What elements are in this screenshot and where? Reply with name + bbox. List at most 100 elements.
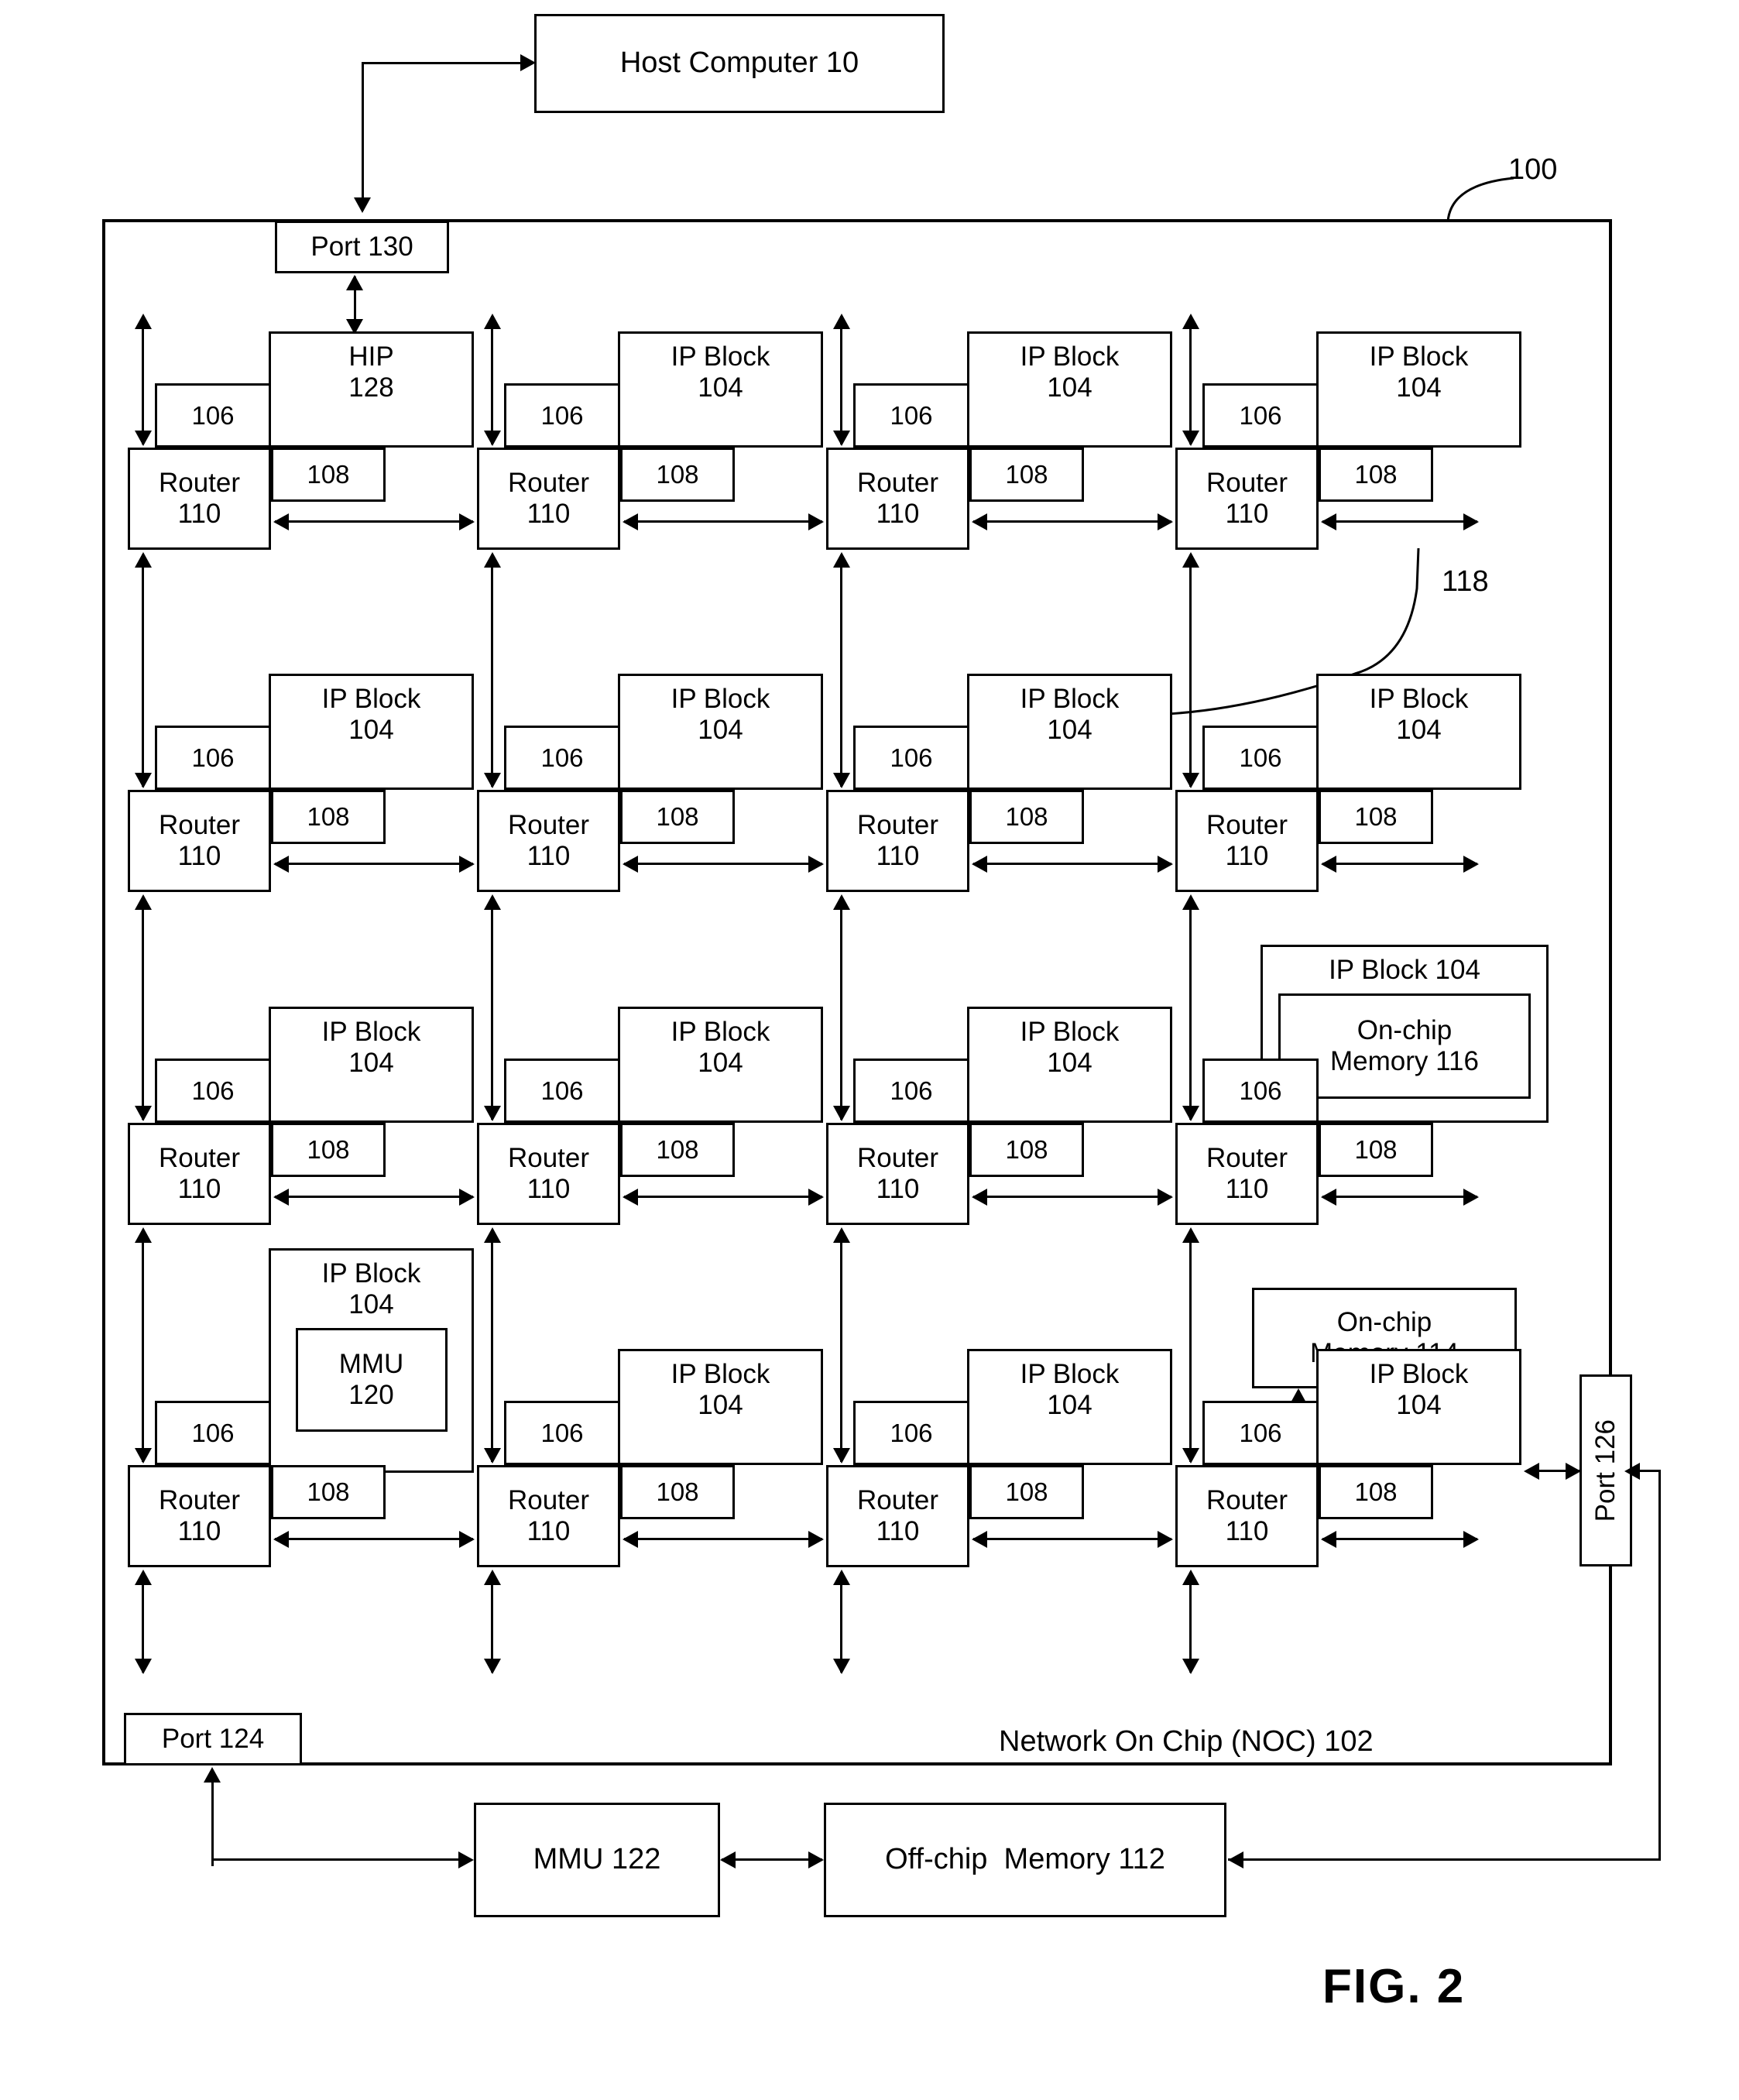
ref-106-label: 106 [540, 1418, 584, 1447]
router-box: Router 110 [477, 1123, 620, 1225]
router-vertical-down-stub [491, 1572, 493, 1673]
ref-108-box: 108 [969, 1465, 1084, 1519]
router-box: Router 110 [477, 448, 620, 550]
router-vertical-arrow-down [833, 1448, 850, 1463]
router-horizontal-link [973, 1196, 1171, 1198]
router-edge-link [1322, 1196, 1477, 1198]
ref-106-box: 106 [853, 1401, 969, 1465]
router-vertical-arrow-down [484, 773, 501, 788]
ref-106-box: 106 [155, 383, 271, 448]
router-vertical-link [1189, 897, 1192, 1120]
router-vertical-arrow-up [135, 552, 152, 568]
router-vertical-arrow-down [1182, 773, 1199, 788]
ref-108-box: 108 [1319, 1123, 1433, 1177]
router-horizontal-link [275, 1538, 473, 1540]
ip-block-title-line2: 104 [1047, 1389, 1092, 1420]
ref-108-box: 108 [271, 1123, 386, 1177]
ref-108-label: 108 [307, 802, 350, 832]
ip-block-box: IP Block 104 [618, 674, 823, 790]
router-label: Router [1206, 468, 1288, 499]
router-ref-label: 110 [177, 499, 221, 529]
router-ref-label: 110 [876, 499, 920, 529]
router-horizontal-link [275, 1196, 473, 1198]
ip-block-title-line1: IP Block [1020, 341, 1120, 372]
router-edge-arrow-right [1463, 1531, 1479, 1548]
router-vertical-link [1189, 554, 1192, 787]
ref-108-box: 108 [620, 1123, 735, 1177]
router-vertical-arrow-down [135, 773, 152, 788]
router-edge-arrow-left [1321, 513, 1336, 530]
ref-108-box: 108 [969, 448, 1084, 502]
router-vertical-arrow-up [1182, 894, 1199, 910]
ref-108-box: 108 [1319, 790, 1433, 844]
inner-block-line2: 120 [348, 1379, 394, 1410]
router-vertical-link [840, 554, 842, 787]
ref-108-label: 108 [1005, 1135, 1048, 1165]
router-link-arrow-right [1158, 856, 1173, 873]
router-label: Router [1206, 1485, 1288, 1516]
ref-106-label: 106 [191, 743, 235, 772]
router-vertical-arrow-up [833, 894, 850, 910]
ip-block-box: IP Block 104 MMU 120 [269, 1248, 474, 1473]
router-label: Router [158, 810, 241, 841]
router-link-arrow-right [808, 513, 824, 530]
ref-106-box: 106 [853, 1059, 969, 1123]
router-ref-label: 110 [1225, 1174, 1269, 1204]
ip-block-title-line1: IP Block [321, 1017, 421, 1047]
router-bottom-arrow-up [135, 1570, 152, 1585]
router-ref-label: 110 [1225, 499, 1269, 529]
router-vertical-arrow-down [484, 1106, 501, 1121]
ip-block-box: IP Block 104 [618, 331, 823, 448]
ip-block-title-line2: 104 [1396, 372, 1442, 403]
ip-block-title-line2: 104 [1047, 1047, 1092, 1078]
router-edge-arrow-left [1321, 856, 1336, 873]
ref-108-label: 108 [1354, 460, 1398, 489]
router-ref-label: 110 [527, 1174, 571, 1204]
router-link-arrow-left [623, 1189, 638, 1206]
ref-108-box: 108 [271, 790, 386, 844]
router-link-arrow-right [459, 513, 475, 530]
ref-106-label: 106 [540, 400, 584, 430]
router-box: Router 110 [128, 790, 271, 892]
ip-port126-arrow-left [1524, 1463, 1539, 1480]
ref-106-label: 106 [191, 400, 235, 430]
router-ref-label: 110 [876, 841, 920, 871]
inner-block-line2: Memory 116 [1330, 1045, 1479, 1076]
ip-block-title-line1: IP Block [671, 1017, 770, 1047]
router-edge-arrow-right [1463, 1189, 1479, 1206]
router-box: Router 110 [826, 790, 969, 892]
router-box: Router 110 [128, 1123, 271, 1225]
router-ref-label: 110 [177, 1174, 221, 1204]
ref-106-label: 106 [890, 400, 933, 430]
ref-108-label: 108 [656, 802, 699, 832]
ref-106-box: 106 [504, 383, 620, 448]
ip-block-title-line2: 104 [1396, 714, 1442, 745]
router-label: Router [158, 1143, 241, 1174]
ip-block-box: IP Block 104 [269, 674, 474, 790]
ip-block-box: IP Block 104 [1316, 1349, 1521, 1465]
ref-108-box: 108 [620, 790, 735, 844]
router-link-arrow-left [623, 513, 638, 530]
router-vertical-up-stub [142, 316, 144, 444]
router-box: Router 110 [128, 1465, 271, 1567]
router-vertical-arrow-down [833, 1106, 850, 1121]
ip-block-title-line1: IP Block [1369, 341, 1469, 372]
router-label: Router [1206, 1143, 1288, 1174]
router-ref-label: 110 [177, 841, 221, 871]
router-ref-label: 110 [1225, 841, 1269, 871]
router-horizontal-link [973, 520, 1171, 523]
router-vertical-down-arrow [135, 431, 152, 446]
router-label: Router [158, 468, 241, 499]
router-vertical-arrow-down [833, 773, 850, 788]
router-vertical-link [142, 554, 144, 787]
router-box: Router 110 [1175, 1123, 1319, 1225]
router-label: Router [507, 468, 590, 499]
router-vertical-arrow-up [484, 1227, 501, 1243]
router-vertical-down-arrow [833, 431, 850, 446]
router-vertical-link [491, 897, 493, 1120]
router-vertical-link [142, 1230, 144, 1462]
ref-106-box: 106 [155, 1401, 271, 1465]
ref-108-box: 108 [1319, 448, 1433, 502]
ip-block-title-line2: 128 [348, 372, 394, 403]
router-vertical-up-arrow [1182, 314, 1199, 329]
